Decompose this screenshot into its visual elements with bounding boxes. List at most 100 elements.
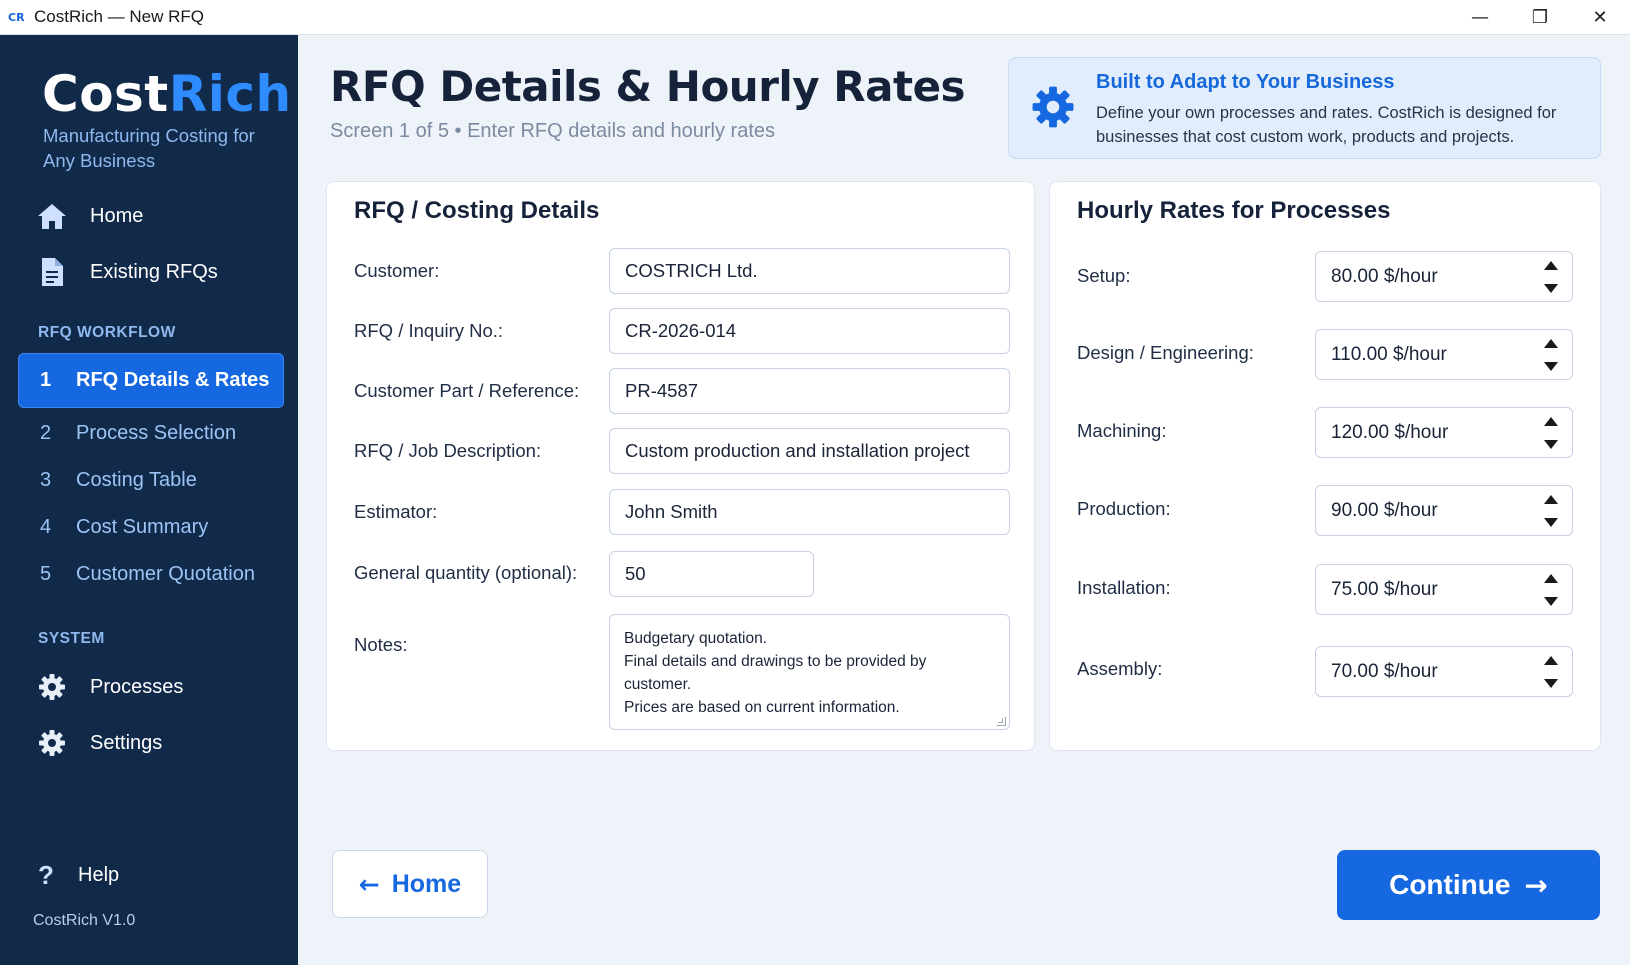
gear-icon xyxy=(36,671,68,703)
rate-stepper-machining[interactable]: 120.00 $/hour xyxy=(1315,407,1573,458)
brand-tagline: Manufacturing Costing for Any Business xyxy=(43,125,255,171)
brand-part-rich: Rich xyxy=(168,65,292,123)
window-controls: — ❐ ✕ xyxy=(1450,0,1630,35)
rate-stepper-installation[interactable]: 75.00 $/hour xyxy=(1315,564,1573,615)
rate-label-machining: Machining: xyxy=(1077,420,1167,441)
document-icon xyxy=(36,256,68,288)
rate-value: 70.00 $/hour xyxy=(1331,660,1438,682)
sidebar: CostRich Manufacturing Costing for Any B… xyxy=(0,35,298,965)
step-number: 1 xyxy=(40,369,52,391)
increment-icon[interactable] xyxy=(1544,656,1558,665)
rate-value: 110.00 $/hour xyxy=(1331,343,1447,365)
workflow-heading: RFQ WORKFLOW xyxy=(38,324,176,341)
increment-icon[interactable] xyxy=(1544,339,1558,348)
page-title: RFQ Details & Hourly Rates xyxy=(330,62,966,111)
notes-label: Notes: xyxy=(354,634,408,655)
help-icon: ? xyxy=(38,860,54,890)
step-label: Costing Table xyxy=(76,469,197,491)
home-button-label: Home xyxy=(391,869,462,898)
hourly-rates-card: Hourly Rates for Processes Setup: 80.00 … xyxy=(1049,181,1601,751)
sidebar-item-label: Processes xyxy=(90,675,184,698)
step-customer-quotation[interactable]: 5 Customer Quotation xyxy=(18,547,284,602)
step-label: Cost Summary xyxy=(76,516,209,538)
sidebar-item-settings[interactable]: Settings xyxy=(36,727,162,759)
step-rfq-details[interactable]: 1 RFQ Details & Rates xyxy=(18,353,284,408)
decrement-icon[interactable] xyxy=(1544,518,1558,527)
decrement-icon[interactable] xyxy=(1544,284,1558,293)
decrement-icon[interactable] xyxy=(1544,679,1558,688)
job-description-label: RFQ / Job Description: xyxy=(354,440,542,461)
maximize-button[interactable]: ❐ xyxy=(1510,0,1570,35)
rfq-details-card: RFQ / Costing Details Customer: COSTRICH… xyxy=(326,181,1035,751)
sidebar-item-existing-rfqs[interactable]: Existing RFQs xyxy=(36,256,218,288)
rfq-number-label: RFQ / Inquiry No.: xyxy=(354,320,504,341)
gear-icon xyxy=(1031,85,1075,129)
rate-stepper-setup[interactable]: 80.00 $/hour xyxy=(1315,251,1573,302)
system-heading: SYSTEM xyxy=(38,630,105,647)
sidebar-item-label: Settings xyxy=(90,731,163,754)
resize-grip-icon[interactable] xyxy=(997,717,1006,726)
sidebar-item-label: Home xyxy=(90,204,144,227)
rate-label-production: Production: xyxy=(1077,498,1171,519)
customer-field[interactable]: COSTRICH Ltd. xyxy=(609,248,1010,294)
minimize-button[interactable]: — xyxy=(1450,0,1510,35)
sidebar-item-home[interactable]: Home xyxy=(36,200,143,232)
increment-icon[interactable] xyxy=(1544,574,1558,583)
info-card-title: Built to Adapt to Your Business xyxy=(1096,71,1395,93)
rate-value: 90.00 $/hour xyxy=(1331,499,1438,521)
close-button[interactable]: ✕ xyxy=(1570,0,1630,35)
app-version: CostRich V1.0 xyxy=(33,912,136,929)
rate-stepper-assembly[interactable]: 70.00 $/hour xyxy=(1315,646,1573,697)
help-label: Help xyxy=(78,864,120,886)
arrow-right-icon: → xyxy=(1524,868,1548,902)
increment-icon[interactable] xyxy=(1544,417,1558,426)
rate-label-assembly: Assembly: xyxy=(1077,658,1163,679)
rate-label-design: Design / Engineering: xyxy=(1077,342,1254,363)
step-number: 2 xyxy=(40,422,52,444)
title-bar: CR CostRich — New RFQ — ❐ ✕ xyxy=(0,0,1630,35)
part-reference-field[interactable]: PR-4587 xyxy=(609,368,1010,414)
brand-logo: CostRich xyxy=(42,65,292,123)
rate-stepper-design[interactable]: 110.00 $/hour xyxy=(1315,329,1573,380)
rate-label-setup: Setup: xyxy=(1077,265,1131,286)
increment-icon[interactable] xyxy=(1544,261,1558,270)
rate-value: 80.00 $/hour xyxy=(1331,265,1438,287)
continue-button[interactable]: Continue → xyxy=(1337,850,1600,920)
sidebar-item-processes[interactable]: Processes xyxy=(36,671,183,703)
rate-stepper-production[interactable]: 90.00 $/hour xyxy=(1315,485,1573,536)
step-number: 5 xyxy=(40,563,52,585)
quantity-field[interactable]: 50 xyxy=(609,551,814,597)
step-label: RFQ Details & Rates xyxy=(76,369,270,391)
info-card-text: Define your own processes and rates. Cos… xyxy=(1096,104,1557,146)
decrement-icon[interactable] xyxy=(1544,440,1558,449)
step-number: 3 xyxy=(40,469,52,491)
notes-line: Final details and drawings to be provide… xyxy=(624,653,927,693)
sidebar-item-label: Existing RFQs xyxy=(90,260,218,283)
decrement-icon[interactable] xyxy=(1544,362,1558,371)
rfq-number-field[interactable]: CR-2026-014 xyxy=(609,308,1010,354)
window-title: CostRich — New RFQ xyxy=(34,7,205,26)
rate-value: 75.00 $/hour xyxy=(1331,578,1438,600)
continue-button-label: Continue xyxy=(1389,869,1511,900)
app-logo-icon: CR xyxy=(8,10,25,24)
arrow-left-icon: ← xyxy=(358,869,380,899)
job-description-field[interactable]: Custom production and installation proje… xyxy=(609,428,1010,474)
gear-icon xyxy=(36,727,68,759)
decrement-icon[interactable] xyxy=(1544,597,1558,606)
estimator-field[interactable]: John Smith xyxy=(609,489,1010,535)
home-button[interactable]: ← Home xyxy=(332,850,488,918)
notes-textarea[interactable]: Budgetary quotation. Final details and d… xyxy=(609,614,1010,730)
rate-label-installation: Installation: xyxy=(1077,577,1171,598)
part-reference-label: Customer Part / Reference: xyxy=(354,380,580,401)
info-card: Built to Adapt to Your Business Define y… xyxy=(1008,57,1601,159)
customer-label: Customer: xyxy=(354,260,440,281)
home-icon xyxy=(36,200,68,232)
estimator-label: Estimator: xyxy=(354,501,438,522)
quantity-label: General quantity (optional): xyxy=(354,562,578,583)
help-link[interactable]: ? Help xyxy=(36,860,119,891)
hourly-rates-title: Hourly Rates for Processes xyxy=(1077,197,1391,224)
notes-line: Budgetary quotation. xyxy=(624,630,768,647)
step-label: Process Selection xyxy=(76,422,237,444)
increment-icon[interactable] xyxy=(1544,495,1558,504)
brand-part-cost: Cost xyxy=(42,65,169,123)
